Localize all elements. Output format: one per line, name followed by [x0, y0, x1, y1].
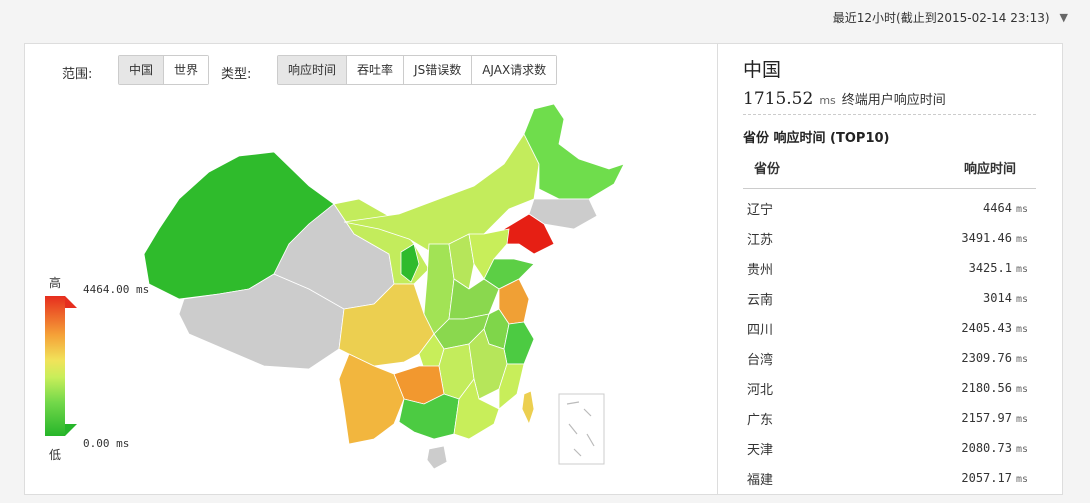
table-row: 福建 2057.17 ms — [743, 463, 1036, 493]
table-row: 台湾 2309.76 ms — [743, 343, 1036, 373]
column-header-province: 省份 — [754, 162, 781, 177]
response-value: 3425.1 — [968, 261, 1012, 275]
table-row: 广东 2157.97 ms — [743, 403, 1036, 433]
response-value: 2057.17 — [961, 471, 1012, 485]
map-region-heilongjiang[interactable] — [523, 104, 625, 200]
response-value: 2405.43 — [961, 321, 1012, 335]
response-value: 2180.56 — [961, 381, 1012, 395]
color-legend: 高 4464.00 ms 0.00 ms 低 — [45, 274, 165, 464]
overall-response-time: 1715.52 — [743, 89, 814, 109]
type-toggle: 响应时间 吞吐率 JS错误数 AJAX请求数 — [277, 55, 558, 85]
legend-gradient-bar — [45, 296, 65, 436]
province-name: 贵州 — [747, 262, 774, 278]
response-value: 4464 — [983, 201, 1012, 215]
response-unit: ms — [1015, 204, 1028, 215]
province-name: 台湾 — [747, 352, 774, 368]
response-unit: ms — [1015, 414, 1028, 425]
header-divider — [743, 188, 1036, 189]
province-name: 四川 — [747, 322, 774, 338]
type-option-ajax-requests[interactable]: AJAX请求数 — [471, 56, 557, 84]
table-row: 天津 2080.73 ms — [743, 433, 1036, 463]
china-map — [143, 104, 625, 470]
chevron-down-icon: ▼ — [1059, 11, 1068, 24]
legend-low-marker[interactable] — [65, 424, 77, 436]
overall-unit: ms — [819, 94, 836, 107]
table-row: 贵州 3425.1 ms — [743, 253, 1036, 283]
legend-min-value: 0.00 ms — [83, 437, 130, 450]
response-value: 2080.73 — [961, 441, 1012, 455]
table-row: 辽宁 4464 ms — [743, 193, 1036, 223]
south-china-sea-inset — [558, 393, 605, 465]
response-unit: ms — [1015, 474, 1028, 485]
response-unit: ms — [1015, 294, 1028, 305]
scope-option-china[interactable]: 中国 — [119, 56, 164, 84]
top-bar: 最近12小时(截止到2015-02-14 23:13) ▼ — [0, 0, 1090, 40]
scope-label: 范围: — [62, 67, 93, 82]
type-label: 类型: — [221, 67, 252, 82]
top10-table: 辽宁 4464 ms 江苏 3491.46 ms 贵州 3425.1 ms 云南 3014 ms… — [743, 193, 1036, 493]
response-unit: ms — [1015, 444, 1028, 455]
province-name: 广东 — [747, 412, 774, 428]
province-name: 福建 — [747, 472, 774, 488]
response-unit: ms — [1015, 264, 1028, 275]
map-region-hainan[interactable] — [426, 445, 448, 470]
overall-metric: 1715.52 ms 终端用户响应时间 — [743, 89, 946, 109]
type-option-throughput[interactable]: 吞吐率 — [346, 56, 404, 84]
map-region-yunnan[interactable] — [338, 353, 405, 445]
legend-low-label: 低 — [49, 448, 62, 462]
map-region-taiwan[interactable] — [521, 390, 535, 426]
panel-divider — [717, 44, 718, 494]
table-row: 江苏 3491.46 ms — [743, 223, 1036, 253]
table-row: 四川 2405.43 ms — [743, 313, 1036, 343]
map-region-zhejiang[interactable] — [503, 321, 535, 365]
legend-max-value: 4464.00 ms — [83, 283, 150, 296]
response-value: 2309.76 — [961, 351, 1012, 365]
top10-subtitle: 省份 响应时间 (TOP10) — [743, 131, 890, 146]
province-name: 云南 — [747, 292, 774, 308]
scope-toggle: 中国 世界 — [118, 55, 210, 85]
column-header-response-time: 响应时间 — [964, 162, 1017, 177]
response-unit: ms — [1015, 234, 1028, 245]
time-range-label: 最近12小时(截止到2015-02-14 23:13) — [832, 11, 1050, 25]
type-option-js-errors[interactable]: JS错误数 — [403, 56, 472, 84]
response-unit: ms — [1015, 354, 1028, 365]
time-range-dropdown[interactable]: 最近12小时(截止到2015-02-14 23:13) ▼ — [833, 9, 1068, 26]
response-value: 2157.97 — [961, 411, 1012, 425]
dashed-divider — [743, 114, 1036, 115]
table-row: 河北 2180.56 ms — [743, 373, 1036, 403]
scope-option-world[interactable]: 世界 — [163, 56, 209, 84]
response-value: 3491.46 — [961, 231, 1012, 245]
response-unit: ms — [1015, 384, 1028, 395]
province-name: 天津 — [747, 442, 774, 458]
response-unit: ms — [1015, 324, 1028, 335]
province-name: 辽宁 — [747, 202, 774, 218]
response-value: 3014 — [983, 291, 1012, 305]
province-name: 江苏 — [747, 232, 774, 248]
type-option-response-time[interactable]: 响应时间 — [278, 56, 347, 84]
table-row: 云南 3014 ms — [743, 283, 1036, 313]
province-name: 河北 — [747, 382, 774, 398]
region-title: 中国 — [743, 59, 782, 81]
overall-description: 终端用户响应时间 — [841, 93, 946, 108]
legend-high-marker[interactable] — [65, 296, 77, 308]
legend-high-label: 高 — [49, 276, 62, 290]
